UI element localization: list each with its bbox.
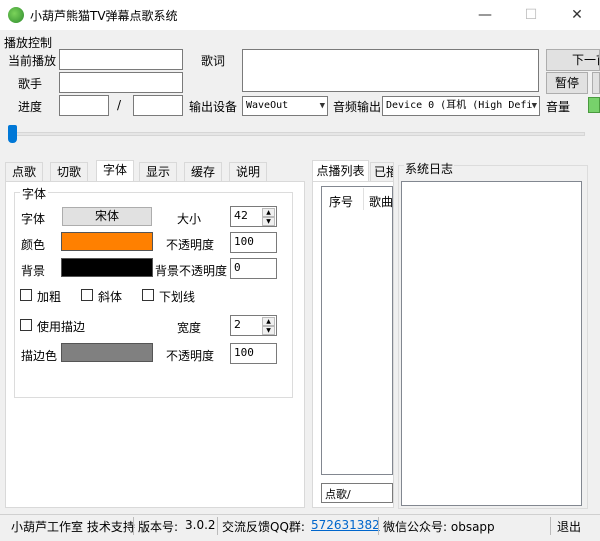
status-divider [550,517,551,535]
audio-output-select[interactable]: Device 0 (耳机 (High Defi ▼ [382,96,540,116]
size-value: 42 [234,209,248,222]
log-label: 系统日志 [404,160,455,177]
progress-separator: / [117,98,122,112]
outline-color-swatch[interactable] [61,343,153,362]
status-divider [217,517,218,535]
now-playing-label: 当前播放 [8,54,57,68]
underline-label: 下划线 [159,290,196,304]
chevron-down-icon: ▼ [319,101,325,111]
stepper-up-icon[interactable]: ▲ [262,317,275,326]
progress-track[interactable] [8,132,585,136]
bg-label: 背景 [21,264,46,278]
progress-total-field[interactable] [133,95,183,116]
audio-output-value: Device 0 (耳机 (High Defi [386,100,533,111]
stepper-down-icon[interactable]: ▼ [262,217,275,226]
progress-slider-thumb[interactable] [8,125,17,143]
tab-display[interactable]: 显示 [139,162,178,182]
opacity-label: 不透明度 [166,238,215,252]
color-label: 颜色 [21,238,46,252]
bold-checkbox[interactable] [20,289,32,301]
singer-field[interactable] [59,72,183,93]
playback-group-label: 播放控制 [4,36,53,50]
font-group-label: 字体 [20,185,49,202]
tab-help[interactable]: 说明 [229,162,268,182]
outline-checkbox[interactable] [20,319,32,331]
tab-cache[interactable]: 缓存 [184,162,223,182]
outline-label: 使用描边 [37,320,86,334]
bold-label: 加粗 [37,290,62,304]
width-value: 2 [234,318,241,331]
status-divider [133,517,134,535]
volume-label: 音量 [546,100,571,114]
chevron-down-icon: ▼ [531,101,537,111]
output-device-select[interactable]: WaveOut ▼ [242,96,328,116]
status-divider [378,517,379,535]
stepper-down-icon[interactable]: ▼ [262,326,275,335]
column-header-index[interactable]: 序号 [329,193,353,210]
version-value: 3.0.2 [185,518,216,532]
minimize-button[interactable]: — [462,0,508,30]
outline-opacity-label: 不透明度 [166,349,215,363]
tab-played[interactable]: 已播 [370,162,394,182]
tab-font[interactable]: 字体 [96,160,135,182]
background-color-swatch[interactable] [61,258,153,277]
studio-credit: 小葫芦工作室 技术支持 [11,520,135,534]
bg-opacity-label: 背景不透明度 [155,264,228,278]
qq-group-link[interactable]: 572631382 [311,518,380,532]
bg-opacity-field[interactable]: 0 [230,258,277,279]
playlist-listview[interactable] [321,186,393,475]
now-playing-field[interactable] [59,49,183,70]
close-button[interactable]: ✕ [554,0,600,30]
output-device-label: 输出设备 [189,100,238,114]
exit-button[interactable]: 退出 [557,518,581,535]
outline-color-label: 描边色 [21,349,58,363]
progress-current-field[interactable] [59,95,109,116]
wechat-label: 微信公众号: obsapp [383,520,495,534]
progress-label: 进度 [18,100,43,114]
lyrics-label: 歌词 [201,54,226,68]
maximize-button[interactable]: ☐ [508,0,554,30]
column-header-song[interactable]: 歌曲 [369,193,392,210]
tab-playlist[interactable]: 点播列表 [312,160,369,182]
tab-skip[interactable]: 切歌 [50,162,89,182]
song-request-input[interactable]: 点歌/ [321,483,393,503]
next-song-button[interactable]: 下一首 [546,49,600,71]
output-device-value: WaveOut [246,100,289,111]
window-title: 小葫芦熊猫TV弹幕点歌系统 [30,9,178,23]
width-stepper[interactable]: 2 ▲ ▼ [230,315,277,336]
font-color-swatch[interactable] [61,232,153,251]
version-label: 版本号: [138,520,179,534]
width-label: 宽度 [177,321,202,335]
system-log-textarea[interactable] [401,181,582,506]
size-stepper[interactable]: 42 ▲ ▼ [230,206,277,227]
column-divider [363,188,364,210]
lyrics-field[interactable] [242,49,539,92]
stop-button[interactable] [592,72,600,94]
volume-bar[interactable] [588,97,600,113]
pause-button[interactable]: 暂停 [546,72,588,94]
font-label: 字体 [21,212,46,226]
tab-request[interactable]: 点歌 [5,162,44,182]
outline-opacity-field[interactable]: 100 [230,343,277,364]
underline-checkbox[interactable] [142,289,154,301]
italic-checkbox[interactable] [81,289,93,301]
qq-group-label: 交流反馈QQ群: [222,520,305,534]
italic-label: 斜体 [98,290,123,304]
singer-label: 歌手 [18,77,43,91]
size-label: 大小 [177,212,202,226]
stepper-up-icon[interactable]: ▲ [262,208,275,217]
font-select-button[interactable]: 宋体 [62,207,152,226]
app-logo-icon [8,7,24,23]
audio-output-label: 音频输出 [333,100,382,114]
opacity-field[interactable]: 100 [230,232,277,253]
